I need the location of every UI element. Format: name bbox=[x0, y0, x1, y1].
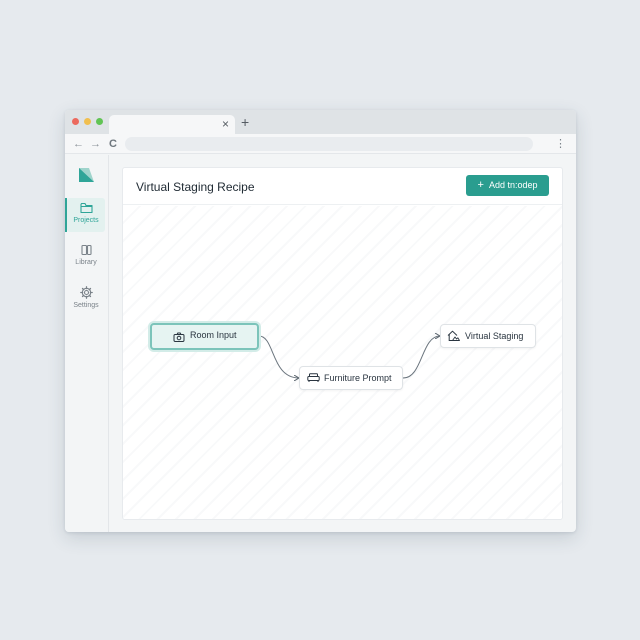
tab-bar: × + bbox=[65, 110, 576, 134]
minimize-window-button[interactable] bbox=[84, 118, 91, 125]
tab-close-icon[interactable]: × bbox=[222, 116, 229, 132]
gear-icon bbox=[79, 286, 93, 299]
add-node-button-label: Add tn:odep bbox=[488, 180, 538, 190]
browser-toolbar: ← → C ⋮ bbox=[65, 134, 576, 154]
sidebar-item-label: Settings bbox=[73, 302, 99, 309]
sidebar-item-label: Projects bbox=[73, 217, 99, 224]
sidebar-item-library[interactable]: Library bbox=[67, 240, 105, 274]
home-icon bbox=[447, 330, 460, 341]
panel-header: Virtual Staging Recipe + Add tn:odep bbox=[123, 168, 562, 205]
node-furniture-prompt[interactable]: Furniture Prompt bbox=[299, 366, 403, 390]
flow-canvas[interactable]: Room Input Furniture Prompt Virtual Stag… bbox=[123, 206, 563, 520]
browser-menu-icon[interactable]: ⋮ bbox=[555, 137, 566, 151]
browser-window: × + ← → C ⋮ Projects Library Settings Vi… bbox=[65, 110, 576, 532]
node-room-input[interactable]: Room Input bbox=[150, 323, 259, 350]
plus-icon: + bbox=[477, 179, 484, 191]
close-window-button[interactable] bbox=[72, 118, 79, 125]
new-tab-button[interactable]: + bbox=[241, 114, 249, 130]
sidebar-item-projects[interactable]: Projects bbox=[65, 198, 105, 232]
camera-icon bbox=[173, 332, 185, 342]
edge-furniture-to-staging bbox=[402, 336, 440, 379]
node-virtual-staging[interactable]: Virtual Staging bbox=[440, 324, 536, 348]
node-label: Virtual Staging bbox=[465, 331, 524, 341]
browser-tab[interactable]: × bbox=[109, 115, 235, 134]
add-node-button[interactable]: + Add tn:odep bbox=[466, 175, 549, 196]
folder-icon bbox=[79, 202, 93, 214]
node-label: Room Input bbox=[190, 330, 237, 340]
address-bar[interactable] bbox=[125, 137, 533, 151]
sofa-icon bbox=[307, 373, 320, 382]
flow-edges bbox=[258, 206, 563, 520]
library-icon bbox=[80, 244, 92, 256]
reload-icon[interactable]: C bbox=[109, 137, 117, 151]
back-arrow-icon[interactable]: ← bbox=[73, 137, 84, 151]
page-title: Virtual Staging Recipe bbox=[136, 180, 255, 194]
forward-arrow-icon[interactable]: → bbox=[90, 137, 101, 151]
sidebar: Projects Library Settings bbox=[65, 155, 109, 532]
sidebar-item-settings[interactable]: Settings bbox=[67, 282, 105, 316]
maximize-window-button[interactable] bbox=[96, 118, 103, 125]
active-indicator bbox=[65, 198, 67, 232]
app-logo-icon bbox=[79, 168, 94, 182]
edge-room-to-furniture bbox=[258, 335, 299, 378]
sidebar-item-label: Library bbox=[75, 259, 97, 266]
editor-panel: Virtual Staging Recipe + Add tn:odep Roo… bbox=[122, 167, 563, 520]
node-label: Furniture Prompt bbox=[324, 373, 392, 383]
